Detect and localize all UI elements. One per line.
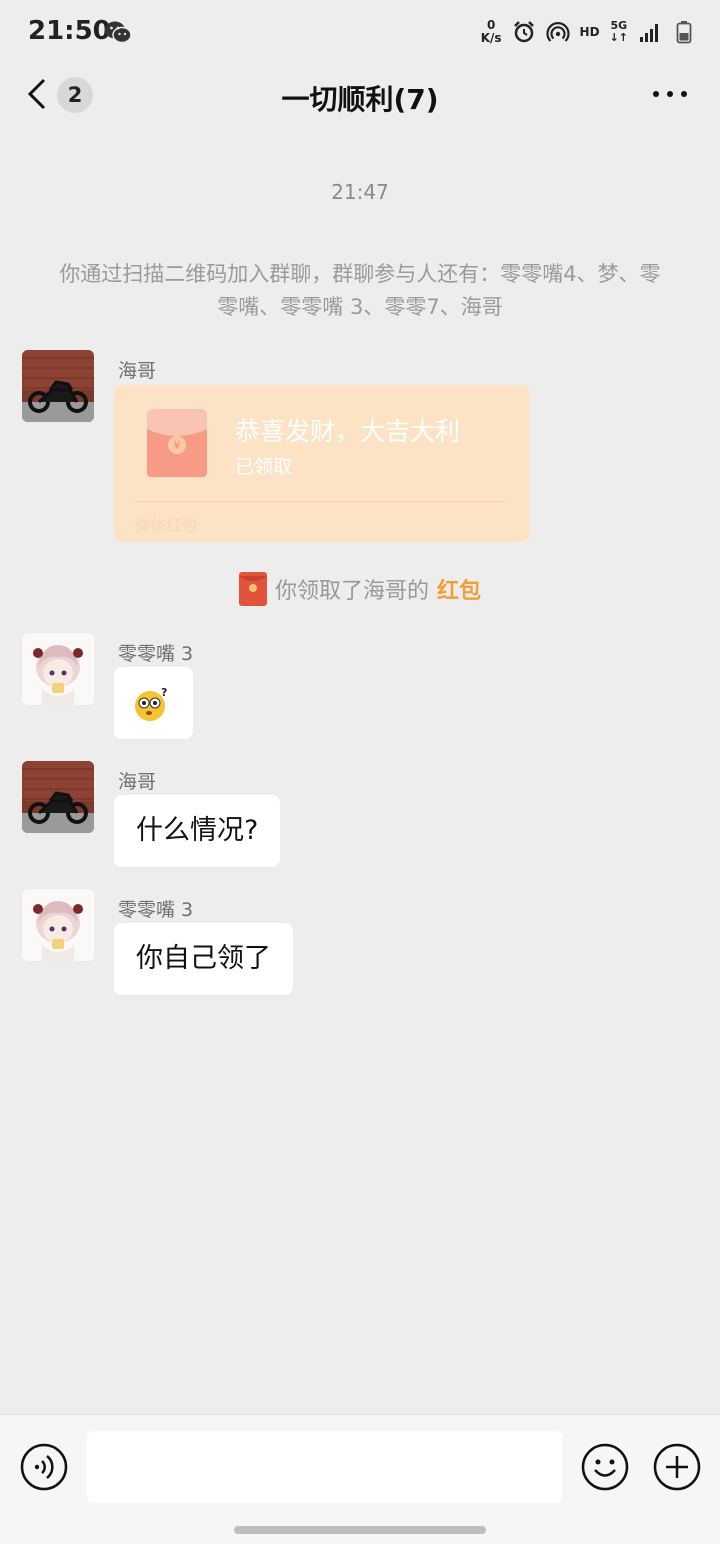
text-message-bubble[interactable]: 你自己领了 xyxy=(114,923,293,995)
red-packet-card[interactable]: ¥ 恭喜发财，大吉大利 已领取 微信红包 xyxy=(114,385,530,542)
red-packet-status: 已领取 xyxy=(235,456,293,478)
sender-name: 海哥 xyxy=(118,360,157,382)
avatar-lingling3[interactable] xyxy=(22,889,94,961)
anime-girl-avatar-icon xyxy=(22,889,94,961)
motorcycle-avatar-icon xyxy=(22,350,94,422)
sender-name: 海哥 xyxy=(118,771,157,793)
red-packet-received-notice: 你领取了海哥的 红包 xyxy=(0,572,720,606)
more-options-icon[interactable] xyxy=(650,86,690,102)
status-indicators: 0 K/s HD 5G ↓↑ xyxy=(481,16,696,48)
red-envelope-small-icon xyxy=(238,572,267,606)
home-indicator[interactable] xyxy=(234,1526,486,1534)
network-type: 5G ↓↑ xyxy=(610,20,628,44)
voice-input-icon[interactable] xyxy=(20,1443,68,1491)
anime-girl-avatar-icon xyxy=(22,633,94,705)
message-input[interactable] xyxy=(87,1431,562,1503)
hotspot-icon xyxy=(545,22,570,42)
emoji-message-bubble[interactable]: ? xyxy=(114,667,193,739)
sender-name: 零零嘴 3 xyxy=(118,643,194,665)
network-arrows: ↓↑ xyxy=(609,31,628,44)
chat-timestamp: 21:47 xyxy=(331,180,389,204)
signal-icon xyxy=(640,24,658,42)
add-attachment-icon[interactable] xyxy=(653,1443,701,1491)
red-envelope-icon: ¥ xyxy=(147,409,207,477)
net-speed: 0 K/s xyxy=(481,19,502,45)
svg-text:?: ? xyxy=(161,686,167,699)
input-bar xyxy=(0,1414,720,1544)
red-packet-title: 恭喜发财，大吉大利 xyxy=(235,417,461,446)
avatar-lingling3[interactable] xyxy=(22,633,94,705)
status-bar: 21:50 0 K/s HD 5G ↓↑ xyxy=(0,0,720,64)
alarm-icon xyxy=(513,21,534,43)
avatar-haige[interactable] xyxy=(22,761,94,833)
battery-icon xyxy=(676,21,692,44)
wechat-notification-icon xyxy=(105,21,132,44)
confused-face-emoji-icon: ? xyxy=(135,686,167,721)
hd-label: HD xyxy=(579,25,600,39)
net-speed-unit: K/s xyxy=(480,31,502,45)
red-packet-link[interactable]: 红包 xyxy=(437,573,481,605)
motorcycle-avatar-icon xyxy=(22,761,94,833)
red-packet-divider xyxy=(134,501,506,502)
status-time: 21:50 xyxy=(28,16,111,46)
nav-bar: 2 一切顺利(7) xyxy=(0,64,720,136)
system-notice: 你通过扫描二维码加入群聊，群聊参与人还有：零零嘴4、梦、零零嘴、零零嘴 3、零零… xyxy=(59,262,661,319)
sender-name: 零零嘴 3 xyxy=(118,899,194,921)
red-packet-footer: 微信红包 xyxy=(134,516,199,535)
avatar-haige[interactable] xyxy=(22,350,94,422)
emoji-picker-icon[interactable] xyxy=(581,1443,629,1491)
chat-title: 一切顺利(7) xyxy=(281,83,439,116)
svg-text:¥: ¥ xyxy=(174,439,181,452)
received-notice-text: 你领取了海哥的 xyxy=(274,579,429,604)
text-message-bubble[interactable]: 什么情况? xyxy=(114,795,281,867)
